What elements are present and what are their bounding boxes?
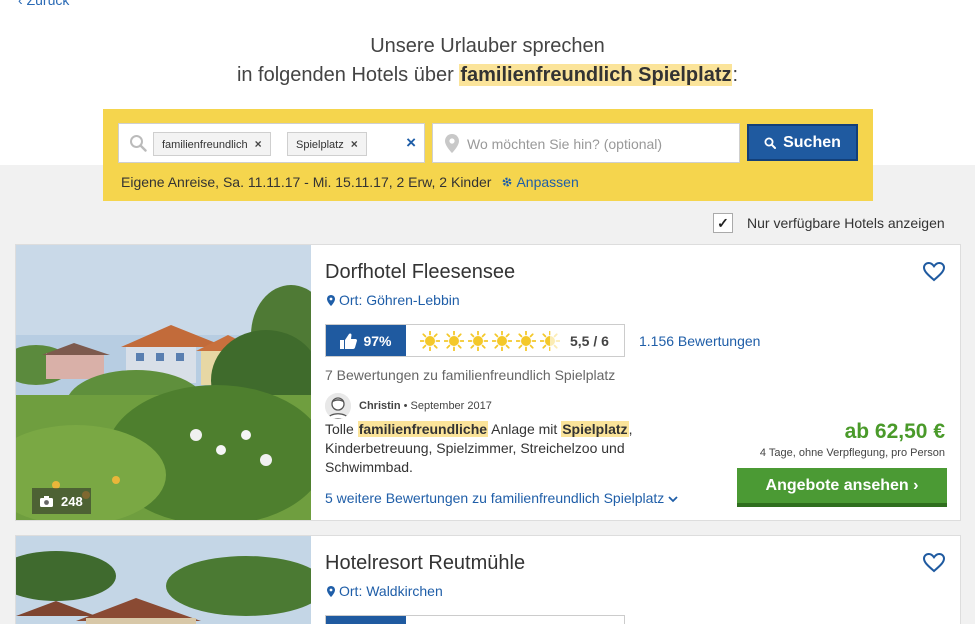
search-button-label: Suchen — [783, 133, 841, 151]
topic-tag[interactable]: familienfreundlich × — [153, 132, 271, 156]
hotel-photo-image — [16, 245, 311, 520]
headline-suffix: : — [732, 64, 739, 86]
hotel-card: 248 Dorfhotel Fleesensee Ort: Göhren-Leb… — [15, 244, 961, 521]
recommendation-badge — [326, 616, 406, 624]
reviewer-name: Christin — [359, 400, 401, 412]
reviewer-info: Christin • September 2017 — [325, 393, 492, 419]
sun-icon — [444, 331, 464, 351]
hotel-location[interactable]: Ort: Göhren-Lebbin — [327, 292, 460, 308]
review-highlight: familienfreundliche — [357, 421, 489, 437]
map-pin-icon — [445, 134, 459, 153]
search-icon — [764, 137, 777, 149]
review-text-part: Anlage mit — [488, 421, 562, 437]
travel-info-text: Eigene Anreise, Sa. 11.11.17 - Mi. 15.11… — [121, 174, 492, 190]
hotel-name[interactable]: Hotelresort Reutmühle — [325, 552, 525, 575]
sun-icon — [492, 331, 512, 351]
location-input[interactable] — [467, 132, 727, 156]
location-field[interactable] — [432, 123, 740, 163]
sun-icon — [420, 331, 440, 351]
recommendation-value: 97% — [363, 332, 392, 349]
topic-tag-label: familienfreundlich — [162, 139, 248, 151]
more-reviews-link[interactable]: 5 weitere Bewertungen zu familienfreundl… — [325, 490, 678, 506]
price: ab 62,50 € — [844, 420, 945, 443]
reviewer-separator: • — [400, 400, 411, 412]
hotel-name[interactable]: Dorfhotel Fleesensee — [325, 261, 515, 284]
heart-icon[interactable] — [923, 262, 945, 282]
map-pin-icon — [327, 294, 335, 306]
more-reviews-label: 5 weitere Bewertungen zu familienfreundl… — [325, 490, 665, 506]
back-label: Zurück — [26, 0, 70, 8]
reviews-count-link[interactable]: 1.156 Bewertungen — [639, 333, 760, 349]
camera-icon — [40, 495, 53, 507]
adjust-label: Anpassen — [516, 174, 579, 190]
photo-count-badge[interactable]: 248 — [32, 488, 91, 514]
travel-info: Eigene Anreise, Sa. 11.11.17 - Mi. 15.11… — [121, 174, 579, 190]
map-pin-icon — [327, 585, 335, 597]
page-headline: Unsere Urlauber sprechen in folgenden Ho… — [0, 32, 975, 90]
search-panel: familienfreundlich × Spielplatz × × Suchen… — [103, 109, 873, 201]
review-excerpt: Tolle familienfreundliche Anlage mit Spi… — [325, 420, 665, 477]
headline-line1: Unsere Urlauber sprechen — [370, 35, 605, 57]
thumbs-up-icon — [340, 332, 358, 349]
sun-icon — [516, 331, 536, 351]
topic-tag-label: Spielplatz — [296, 139, 344, 151]
search-button[interactable]: Suchen — [747, 124, 858, 161]
review-date: September 2017 — [410, 400, 492, 412]
rating-summary[interactable]: 97% 5,5 / 6 — [325, 324, 625, 357]
available-only-label: Nur verfügbare Hotels anzeigen — [747, 215, 945, 231]
topic-tag-input[interactable]: familienfreundlich × Spielplatz × × — [118, 123, 425, 163]
hotel-location-label: Ort: Göhren-Lebbin — [339, 292, 460, 308]
headline-line2: in folgenden Hotels über familienfreundl… — [0, 61, 975, 90]
hotel-location[interactable]: Ort: Waldkirchen — [327, 583, 443, 599]
clear-tags-icon[interactable]: × — [406, 133, 416, 153]
sun-rating — [420, 331, 560, 351]
hotel-photo[interactable]: 248 — [16, 245, 311, 520]
photo-count: 248 — [61, 493, 83, 509]
price-note: 4 Tage, ohne Verpflegung, pro Person — [759, 447, 945, 459]
topic-tag[interactable]: Spielplatz × — [287, 132, 367, 156]
remove-tag-icon[interactable]: × — [255, 137, 262, 151]
rating-score: 5,5 / 6 — [570, 333, 609, 349]
avatar — [325, 393, 351, 419]
sun-icon — [468, 331, 488, 351]
available-only-checkbox[interactable]: ✓ — [713, 213, 733, 233]
search-icon — [130, 135, 147, 152]
headline-topic: familienfreundlich Spielplatz — [459, 64, 733, 86]
back-link[interactable]: ‹ Zurück — [18, 0, 69, 8]
review-text-part: Tolle — [325, 421, 358, 437]
available-only-filter[interactable]: ✓ Nur verfügbare Hotels anzeigen — [713, 213, 945, 233]
view-offers-button[interactable]: Angebote ansehen › — [737, 468, 947, 507]
rating-summary[interactable] — [325, 615, 625, 624]
remove-tag-icon[interactable]: × — [351, 137, 358, 151]
gear-icon — [502, 177, 512, 187]
topic-review-count: 7 Bewertungen zu familienfreundlich Spie… — [325, 367, 616, 383]
heart-icon[interactable] — [923, 553, 945, 573]
adjust-link[interactable]: Anpassen — [501, 174, 579, 190]
review-highlight: Spielplatz — [561, 421, 629, 437]
hotel-location-label: Ort: Waldkirchen — [339, 583, 443, 599]
sun-icon — [540, 331, 560, 351]
chevron-down-icon — [668, 496, 678, 503]
headline-prefix: in folgenden Hotels über — [236, 64, 454, 86]
recommendation-badge: 97% — [326, 325, 406, 356]
hotel-photo[interactable] — [16, 536, 311, 624]
hotel-card: Hotelresort Reutmühle Ort: Waldkirchen — [15, 535, 961, 624]
hotel-photo-image — [16, 536, 311, 624]
